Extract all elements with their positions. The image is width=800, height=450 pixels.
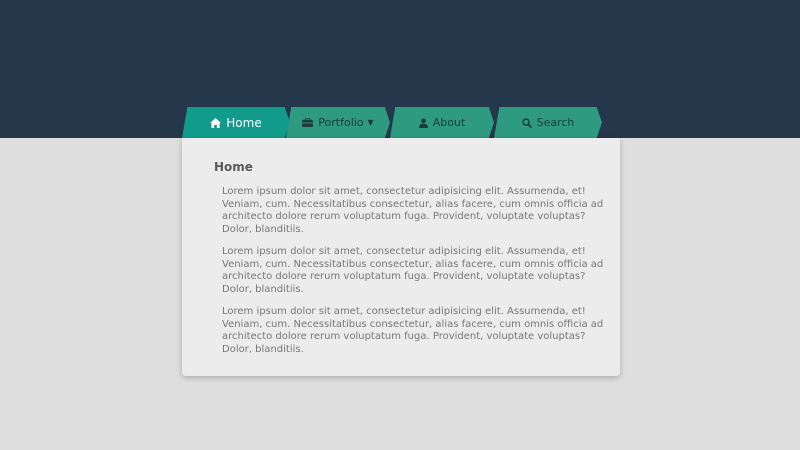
nav-tabs: Home Portfolio ▼ About Search	[182, 107, 612, 138]
page-title: Home	[214, 160, 253, 174]
tab-about-label: About	[432, 116, 466, 129]
briefcase-icon	[302, 118, 314, 127]
tab-search[interactable]: Search	[494, 107, 602, 138]
home-icon	[210, 117, 222, 128]
tab-portfolio[interactable]: Portfolio ▼	[286, 107, 390, 138]
search-icon	[521, 117, 532, 128]
tab-portfolio-label: Portfolio	[318, 116, 364, 129]
paragraph: Lorem ipsum dolor sit amet, consectetur …	[222, 246, 604, 295]
paragraph: Lorem ipsum dolor sit amet, consectetur …	[222, 306, 604, 355]
tab-home-label: Home	[226, 115, 262, 130]
tab-about[interactable]: About	[390, 107, 494, 138]
content-card: Home Lorem ipsum dolor sit amet, consect…	[182, 138, 620, 376]
user-icon	[418, 117, 428, 128]
tab-search-label: Search	[536, 116, 575, 129]
tab-home[interactable]: Home	[182, 107, 290, 138]
paragraph: Lorem ipsum dolor sit amet, consectetur …	[222, 186, 604, 235]
chevron-down-icon: ▼	[367, 118, 374, 127]
